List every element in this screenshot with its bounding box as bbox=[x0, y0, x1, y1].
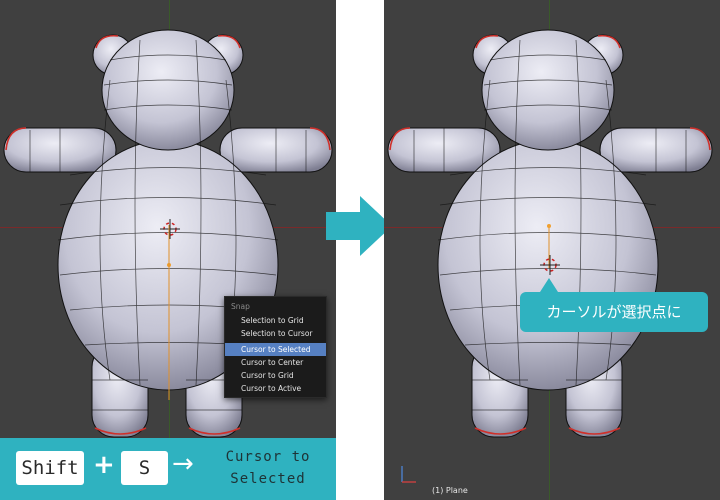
arrow-right-icon: → bbox=[172, 449, 194, 479]
snap-menu-title: Snap bbox=[231, 302, 250, 311]
viewport-before[interactable]: Snap Selection to Grid Selection to Curs… bbox=[0, 0, 336, 500]
plus-sign: + bbox=[93, 450, 115, 480]
callout-tail bbox=[540, 278, 558, 292]
action-label-line2: Selected bbox=[230, 471, 306, 487]
menu-item-selection-to-grid[interactable]: Selection to Grid bbox=[225, 314, 326, 327]
object-status-label: (1) Plane bbox=[432, 486, 468, 495]
menu-item-cursor-to-selected[interactable]: Cursor to Selected bbox=[225, 343, 326, 356]
snap-menu: Snap Selection to Grid Selection to Curs… bbox=[224, 296, 327, 398]
menu-item-cursor-to-active[interactable]: Cursor to Active bbox=[225, 382, 326, 395]
bear-mesh[interactable] bbox=[0, 0, 336, 500]
action-label-line1: Cursor to bbox=[225, 449, 311, 465]
callout-bubble: カーソルが選択点に bbox=[520, 292, 708, 332]
viewport-after[interactable] bbox=[384, 0, 720, 500]
axis-gizmo-icon bbox=[401, 466, 416, 483]
menu-item-cursor-to-grid[interactable]: Cursor to Grid bbox=[225, 369, 326, 382]
menu-item-cursor-to-center[interactable]: Cursor to Center bbox=[225, 356, 326, 369]
menu-item-selection-to-cursor[interactable]: Selection to Cursor bbox=[225, 327, 326, 340]
shift-key: Shift bbox=[16, 451, 84, 485]
shortcut-banner: Shift + S → Cursor to Selected bbox=[0, 438, 336, 500]
s-key: S bbox=[121, 451, 168, 485]
bear-mesh[interactable] bbox=[384, 0, 720, 500]
